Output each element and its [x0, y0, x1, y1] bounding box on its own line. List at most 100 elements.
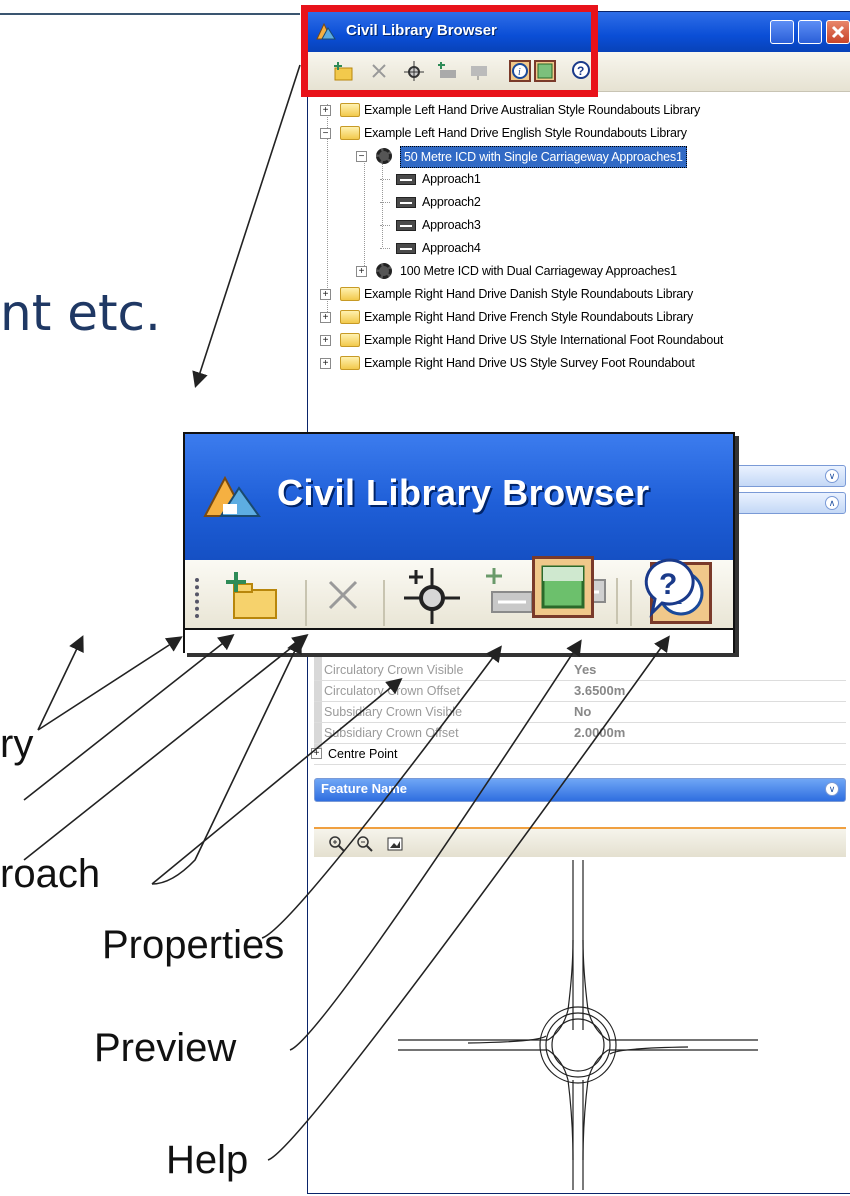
- maximize-button[interactable]: [798, 20, 822, 44]
- collapse-toggle-icon[interactable]: −: [320, 128, 331, 139]
- preview-icon: [541, 565, 585, 609]
- new-roundabout-icon[interactable]: [403, 60, 425, 82]
- expand-toggle-icon[interactable]: +: [320, 358, 331, 369]
- property-value: Yes: [574, 662, 597, 677]
- chevron-up-icon[interactable]: ∧: [825, 496, 839, 510]
- zoom-titlebar: Civil Library Browser: [185, 434, 733, 560]
- new-approach-icon[interactable]: [480, 566, 538, 624]
- tree-item[interactable]: − 50 Metre ICD with Single Carriageway Ap…: [356, 146, 850, 168]
- app-icon: [203, 475, 261, 517]
- chevron-down-icon[interactable]: ∨: [825, 469, 839, 483]
- tree-item[interactable]: Approach4: [380, 238, 850, 258]
- preview-icon: [537, 63, 553, 79]
- tree-item[interactable]: + Example Left Hand Drive Australian Styl…: [320, 100, 840, 120]
- property-value: 2.0000m: [574, 725, 626, 740]
- fit-view-icon[interactable]: [386, 835, 404, 853]
- svg-text:i: i: [518, 67, 521, 78]
- toolbar-separator: [630, 580, 632, 626]
- toolbar-separator: [305, 580, 307, 626]
- tree-item-label: Approach4: [422, 241, 481, 255]
- expand-toggle-icon[interactable]: +: [320, 289, 331, 300]
- properties-button[interactable]: i: [509, 60, 531, 82]
- tree-item-label: Example Right Hand Drive Danish Style Ro…: [364, 287, 694, 301]
- tree-item[interactable]: − Example Left Hand Drive English Style R…: [320, 123, 840, 143]
- property-row[interactable]: Circulatory Crown Offset 3.6500m: [314, 681, 846, 702]
- folder-icon: [340, 310, 360, 324]
- tree-item-label: 50 Metre ICD with Single Carriageway App…: [400, 146, 687, 168]
- folder-icon: [340, 287, 360, 301]
- callout-properties: Properties: [102, 923, 285, 967]
- approach-icon[interactable]: [468, 60, 490, 82]
- tree-item-label: Example Right Hand Drive French Style Ro…: [364, 310, 694, 324]
- preview-toolbar: [314, 827, 846, 857]
- new-library-icon[interactable]: [220, 568, 282, 624]
- tree-item-label: Approach3: [422, 218, 481, 232]
- tree-item[interactable]: + Example Right Hand Drive US Style Inter…: [320, 330, 840, 350]
- window-title: Civil Library Browser: [346, 22, 497, 39]
- zoomed-toolbar-inset: Civil Library Browser i: [183, 432, 735, 653]
- tree-item[interactable]: + Example Right Hand Drive French Style R…: [320, 307, 840, 327]
- property-key: Centre Point: [328, 747, 398, 761]
- svg-text:?: ?: [659, 568, 677, 601]
- new-library-icon[interactable]: [332, 60, 354, 82]
- expand-toggle-icon[interactable]: +: [320, 312, 331, 323]
- expand-toggle-icon[interactable]: +: [356, 266, 367, 277]
- properties-icon: i: [512, 63, 528, 79]
- tree-item[interactable]: + Example Right Hand Drive US Style Surve…: [320, 353, 840, 373]
- help-icon[interactable]: ?: [640, 556, 700, 618]
- folder-icon: [340, 126, 360, 140]
- help-icon[interactable]: ?: [570, 60, 592, 82]
- expand-toggle-icon[interactable]: +: [311, 748, 322, 759]
- delete-icon[interactable]: [318, 570, 368, 620]
- tree-item[interactable]: Approach2: [380, 192, 850, 212]
- expand-toggle-icon[interactable]: +: [320, 335, 331, 346]
- new-roundabout-icon[interactable]: [402, 566, 462, 626]
- chevron-down-icon[interactable]: ∨: [825, 782, 839, 796]
- preview-button[interactable]: [532, 556, 594, 618]
- svg-text:?: ?: [577, 64, 584, 78]
- approach-icon: [396, 220, 416, 231]
- header-rule: [0, 13, 300, 15]
- tree-item-label: Example Left Hand Drive Australian Style…: [364, 103, 701, 117]
- callout-help: Help: [166, 1138, 249, 1182]
- minimize-button[interactable]: [770, 20, 794, 44]
- app-icon: [316, 22, 336, 40]
- property-value: No: [574, 704, 592, 719]
- feature-name-panel-header[interactable]: Feature Name ∨: [314, 778, 846, 802]
- zoom-in-icon[interactable]: [328, 835, 346, 853]
- zoom-title: Civil Library Browser: [277, 472, 650, 513]
- tree-item[interactable]: + Example Right Hand Drive Danish Style R…: [320, 284, 840, 304]
- callout-preview: Preview: [94, 1026, 237, 1070]
- property-key: Circulatory Crown Visible: [324, 663, 464, 677]
- property-row[interactable]: + Centre Point: [311, 744, 846, 765]
- tree-item-label: 100 Metre ICD with Dual Carriageway Appr…: [400, 264, 677, 278]
- tree-item[interactable]: Approach1: [380, 169, 850, 189]
- property-row[interactable]: Subsidiary Crown Visible No: [314, 702, 846, 723]
- delete-icon[interactable]: [368, 60, 390, 82]
- folder-icon: [340, 103, 360, 117]
- preview-button[interactable]: [534, 60, 556, 82]
- property-key: Subsidiary Crown Visible: [324, 705, 463, 719]
- approach-icon: [396, 243, 416, 254]
- tree-item[interactable]: Approach3: [380, 215, 850, 235]
- close-button[interactable]: [826, 20, 850, 44]
- new-approach-icon[interactable]: [436, 60, 458, 82]
- folder-icon: [340, 356, 360, 370]
- tree-item-label: Approach1: [422, 172, 481, 186]
- zoom-out-icon[interactable]: [356, 835, 374, 853]
- toolbar-separator: [383, 580, 385, 626]
- property-row[interactable]: Subsidiary Crown Offset 2.0000m: [314, 723, 846, 744]
- feature-name-label: Feature Name: [321, 781, 407, 796]
- tree-item[interactable]: +100 Metre ICD with Dual Carriageway App…: [356, 261, 850, 281]
- tree-item-label: Approach2: [422, 195, 481, 209]
- collapse-toggle-icon[interactable]: −: [356, 151, 367, 162]
- toolbar-separator: [616, 578, 618, 624]
- property-key: Circulatory Crown Offset: [324, 684, 460, 698]
- roundabout-icon: [376, 148, 392, 164]
- zoom-bottom-strip: [185, 628, 733, 653]
- property-row[interactable]: Circulatory Crown Visible Yes: [314, 660, 846, 681]
- roundabout-icon: [376, 263, 392, 279]
- property-value: 3.6500m: [574, 683, 626, 698]
- window-titlebar[interactable]: Civil Library Browser: [308, 12, 850, 52]
- expand-toggle-icon[interactable]: +: [320, 105, 331, 116]
